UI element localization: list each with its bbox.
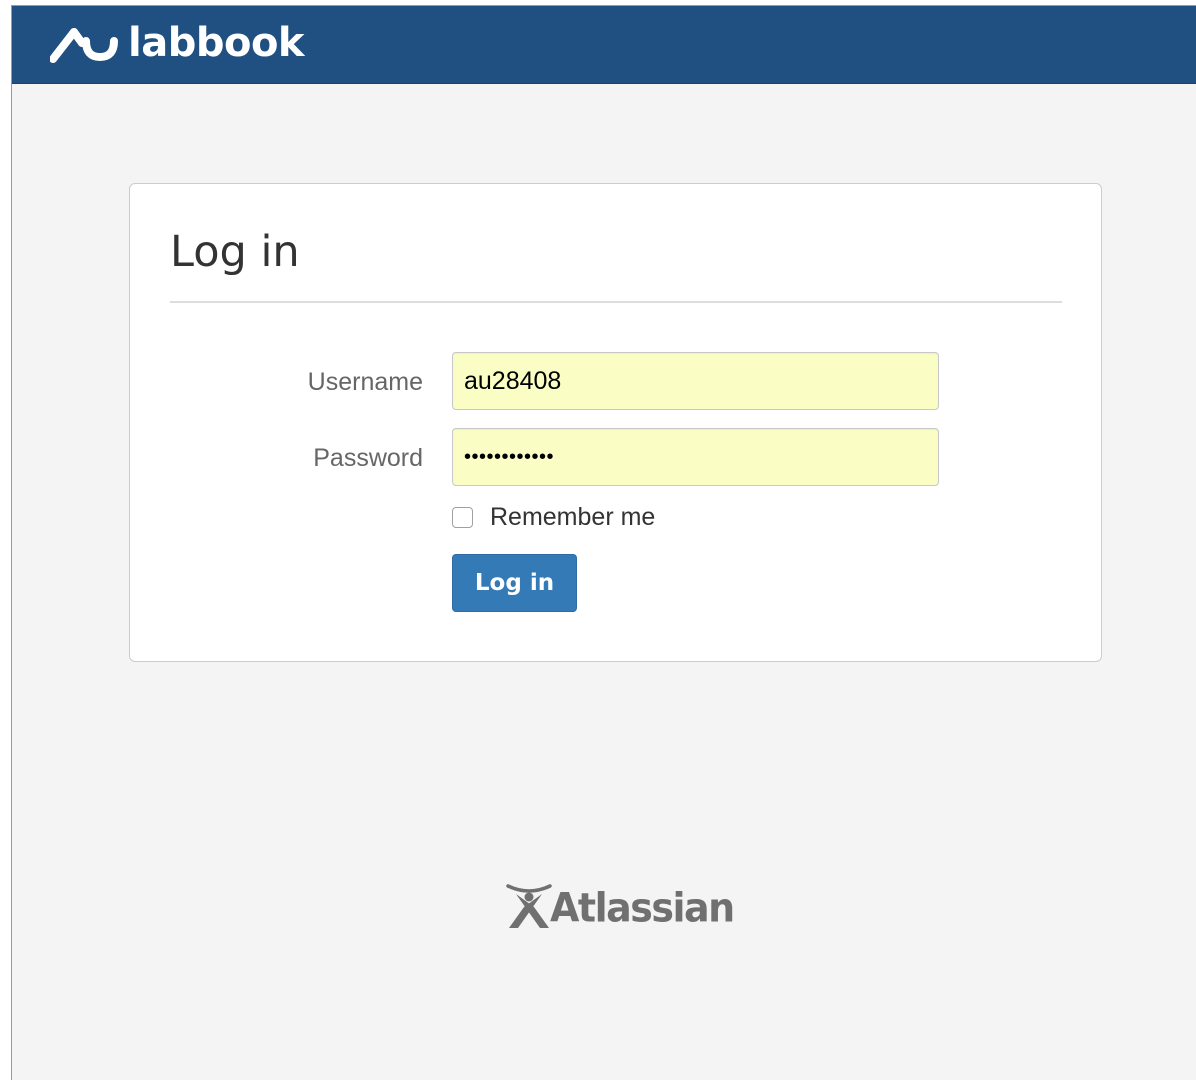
labbook-logo-icon [49,23,122,63]
brand-name: labbook [128,20,305,66]
login-title: Log in [170,227,300,277]
remember-me-checkbox[interactable] [452,506,473,528]
atlassian-footer-logo[interactable]: Atlassian [504,876,735,932]
username-input[interactable] [452,352,939,410]
username-label: Username [307,368,423,396]
title-divider [170,301,1062,303]
password-input[interactable] [452,428,939,486]
remember-me-row[interactable]: Remember me [452,502,655,532]
atlassian-logo-icon [504,880,554,930]
password-label: Password [313,444,423,472]
browser-content: labbook Log in Username Password Remembe… [11,5,1196,1080]
login-button[interactable]: Log in [452,554,577,612]
remember-me-label[interactable]: Remember me [490,502,655,532]
brand-home-link[interactable]: labbook [49,20,305,66]
login-panel: Log in Username Password Remember me Log… [129,183,1102,662]
top-header-bar: labbook [12,6,1196,84]
atlassian-wordmark: Atlassian [550,884,735,932]
